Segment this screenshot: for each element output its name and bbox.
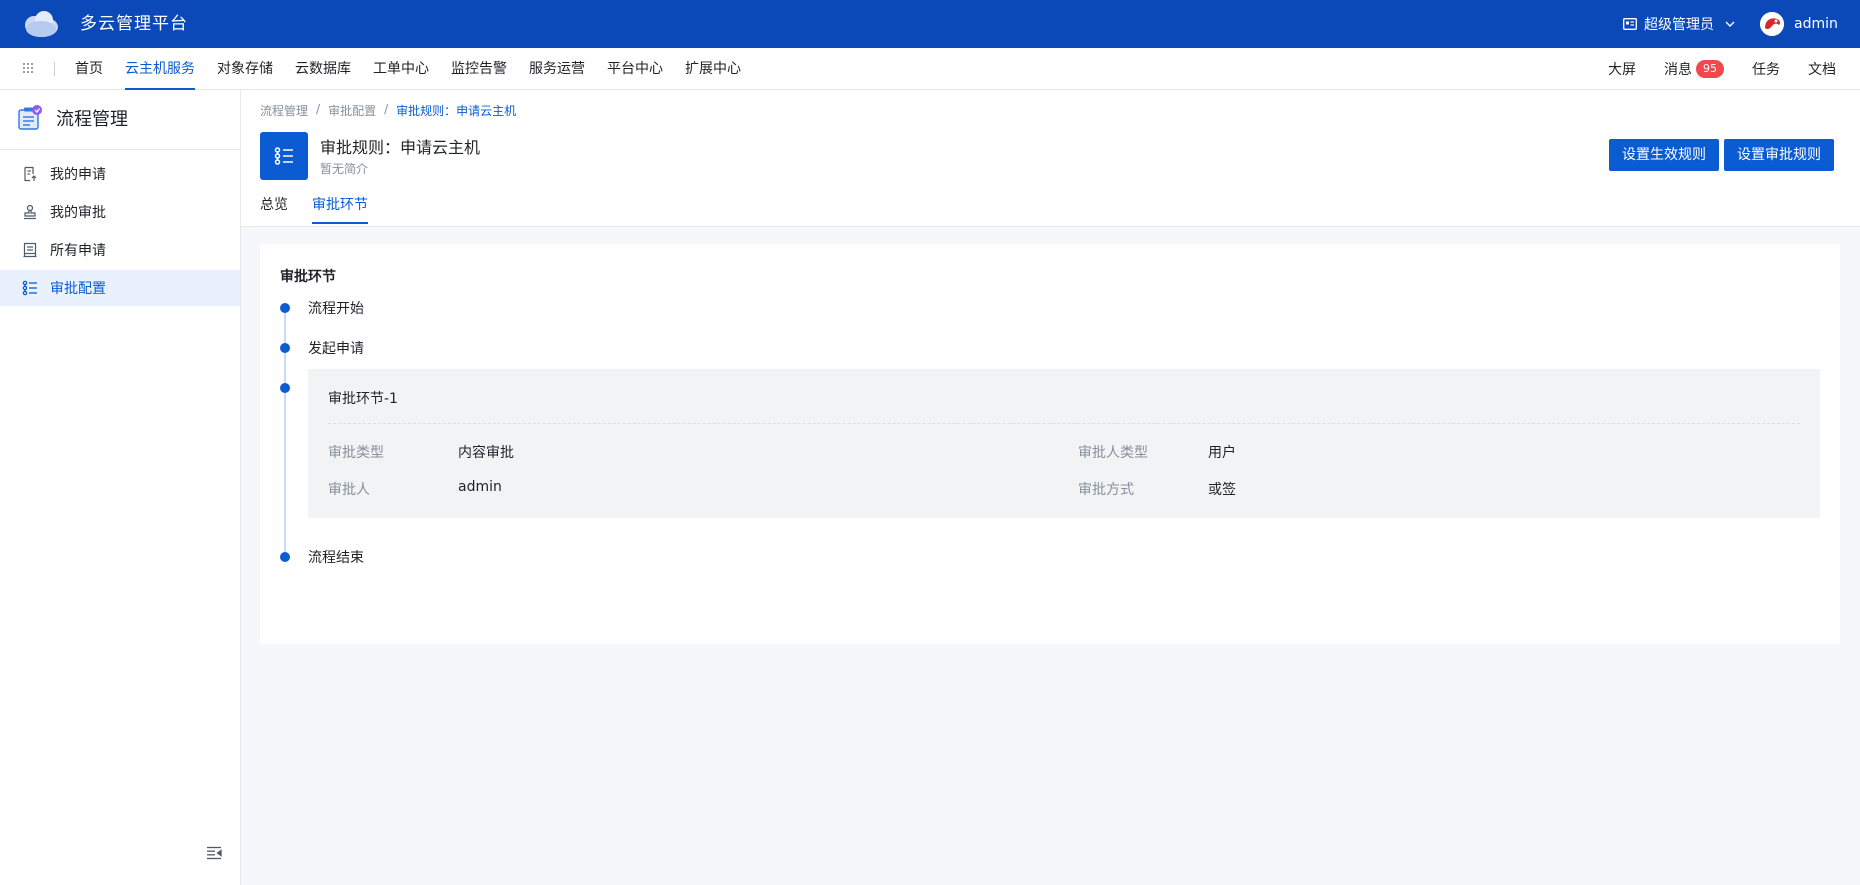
nav-item-object-storage[interactable]: 对象存储: [206, 48, 284, 90]
avatar: [1760, 12, 1784, 36]
sidebar-item-label: 我的申请: [50, 167, 106, 183]
document-list-icon: [22, 242, 38, 258]
breadcrumb-separator: /: [384, 102, 389, 116]
app-grid-icon[interactable]: [22, 62, 34, 74]
page-title: 审批规则：申请云主机: [320, 138, 481, 157]
stage-divider: [328, 423, 1800, 424]
sidebar-item-approval-config[interactable]: 审批配置: [0, 270, 240, 306]
messages-link[interactable]: 消息 95: [1650, 59, 1738, 79]
docs-link[interactable]: 文档: [1794, 59, 1850, 79]
timeline-node: [280, 303, 290, 313]
main-content: 流程管理 / 审批配置 / 审批规则：申请云主机 审批规则：申请云主机 暂无简介…: [241, 90, 1860, 885]
top-bar: 多云管理平台 超级管理员 admin: [0, 0, 1860, 48]
nav-item-home[interactable]: 首页: [64, 48, 114, 90]
sidebar-header: 流程管理: [0, 90, 240, 150]
set-effective-rule-button[interactable]: 设置生效规则: [1609, 139, 1719, 171]
breadcrumb-current: 审批规则：申请云主机: [396, 104, 517, 118]
page-tabs: 总览 审批环节: [260, 190, 368, 226]
section-title: 审批环节: [280, 269, 336, 285]
role-label: 超级管理员: [1644, 17, 1714, 33]
nav-item-ticket-center[interactable]: 工单中心: [362, 48, 440, 90]
step-initiate: 发起申请: [308, 341, 364, 357]
tasks-link[interactable]: 任务: [1738, 59, 1794, 79]
user-menu[interactable]: admin: [1760, 0, 1838, 48]
field-value: 或签: [1208, 482, 1236, 498]
approval-stages-card: 审批环节 流程开始 发起申请 审批环节-1 审批类型 内容审批 审批人类型 用户: [260, 244, 1840, 644]
sidebar-item-my-applications[interactable]: 我的申请: [0, 156, 240, 192]
nav-item-service-ops[interactable]: 服务运营: [518, 48, 596, 90]
big-screen-link[interactable]: 大屏: [1594, 59, 1650, 79]
message-count-badge: 95: [1696, 60, 1724, 78]
page-subtitle: 暂无简介: [320, 162, 369, 176]
cloud-logo-icon: [20, 9, 60, 39]
main-nav: 首页 云主机服务 对象存储 云数据库 工单中心 监控告警 服务运营 平台中心 扩…: [0, 48, 1860, 90]
id-card-icon: [1623, 18, 1637, 30]
nav-item-extension-center[interactable]: 扩展中心: [674, 48, 752, 90]
field-label: 审批方式: [1078, 482, 1134, 498]
nav-item-cloud-host[interactable]: 云主机服务: [114, 48, 206, 90]
timeline-node: [280, 383, 290, 393]
my-application-icon: [22, 166, 38, 182]
role-selector[interactable]: 超级管理员: [1623, 0, 1735, 48]
nav-item-cloud-database[interactable]: 云数据库: [284, 48, 362, 90]
tab-approval-stages[interactable]: 审批环节: [312, 190, 368, 226]
breadcrumb-item[interactable]: 流程管理: [260, 102, 308, 119]
set-approval-rule-button[interactable]: 设置审批规则: [1724, 139, 1834, 171]
username: admin: [1794, 16, 1838, 32]
field-value: 用户: [1208, 445, 1236, 461]
tab-overview[interactable]: 总览: [260, 190, 288, 226]
step-end: 流程结束: [308, 550, 364, 566]
rule-list-icon: [260, 132, 308, 180]
field-label: 审批人类型: [1078, 445, 1148, 461]
sidebar-item-label: 审批配置: [50, 281, 106, 297]
step-start: 流程开始: [308, 301, 364, 317]
field-label: 审批人: [328, 482, 370, 498]
nav-item-platform-center[interactable]: 平台中心: [596, 48, 674, 90]
messages-label: 消息: [1664, 62, 1692, 78]
timeline-node: [280, 552, 290, 562]
breadcrumb-item[interactable]: 审批配置: [328, 102, 376, 119]
field-value: 内容审批: [458, 445, 514, 461]
sidebar: 流程管理 我的申请 我的审批 所有申请 审批配置: [0, 90, 241, 885]
sidebar-item-my-approvals[interactable]: 我的审批: [0, 194, 240, 230]
field-value: admin: [458, 479, 502, 495]
breadcrumb: 流程管理 / 审批配置 / 审批规则：申请云主机: [260, 102, 516, 119]
breadcrumb-separator: /: [316, 102, 321, 116]
workflow-icon: [16, 104, 44, 132]
nav-item-monitoring[interactable]: 监控告警: [440, 48, 518, 90]
page-header: 流程管理 / 审批配置 / 审批规则：申请云主机 审批规则：申请云主机 暂无简介…: [241, 90, 1860, 227]
collapse-sidebar-icon[interactable]: [206, 846, 222, 860]
sidebar-item-label: 我的审批: [50, 205, 106, 221]
field-label: 审批类型: [328, 445, 384, 461]
stage-title: 审批环节-1: [328, 391, 398, 407]
nav-divider: [54, 62, 55, 76]
sidebar-item-label: 所有申请: [50, 243, 106, 259]
sidebar-title: 流程管理: [56, 109, 128, 130]
stamp-icon: [22, 204, 38, 220]
list-config-icon: [22, 280, 38, 296]
app-title: 多云管理平台: [80, 14, 188, 34]
timeline-node: [280, 343, 290, 353]
approval-stage-panel: 审批环节-1 审批类型 内容审批 审批人类型 用户 审批人 admin 审批方式…: [308, 369, 1820, 518]
chevron-down-icon: [1725, 21, 1735, 27]
sidebar-item-all-applications[interactable]: 所有申请: [0, 232, 240, 268]
